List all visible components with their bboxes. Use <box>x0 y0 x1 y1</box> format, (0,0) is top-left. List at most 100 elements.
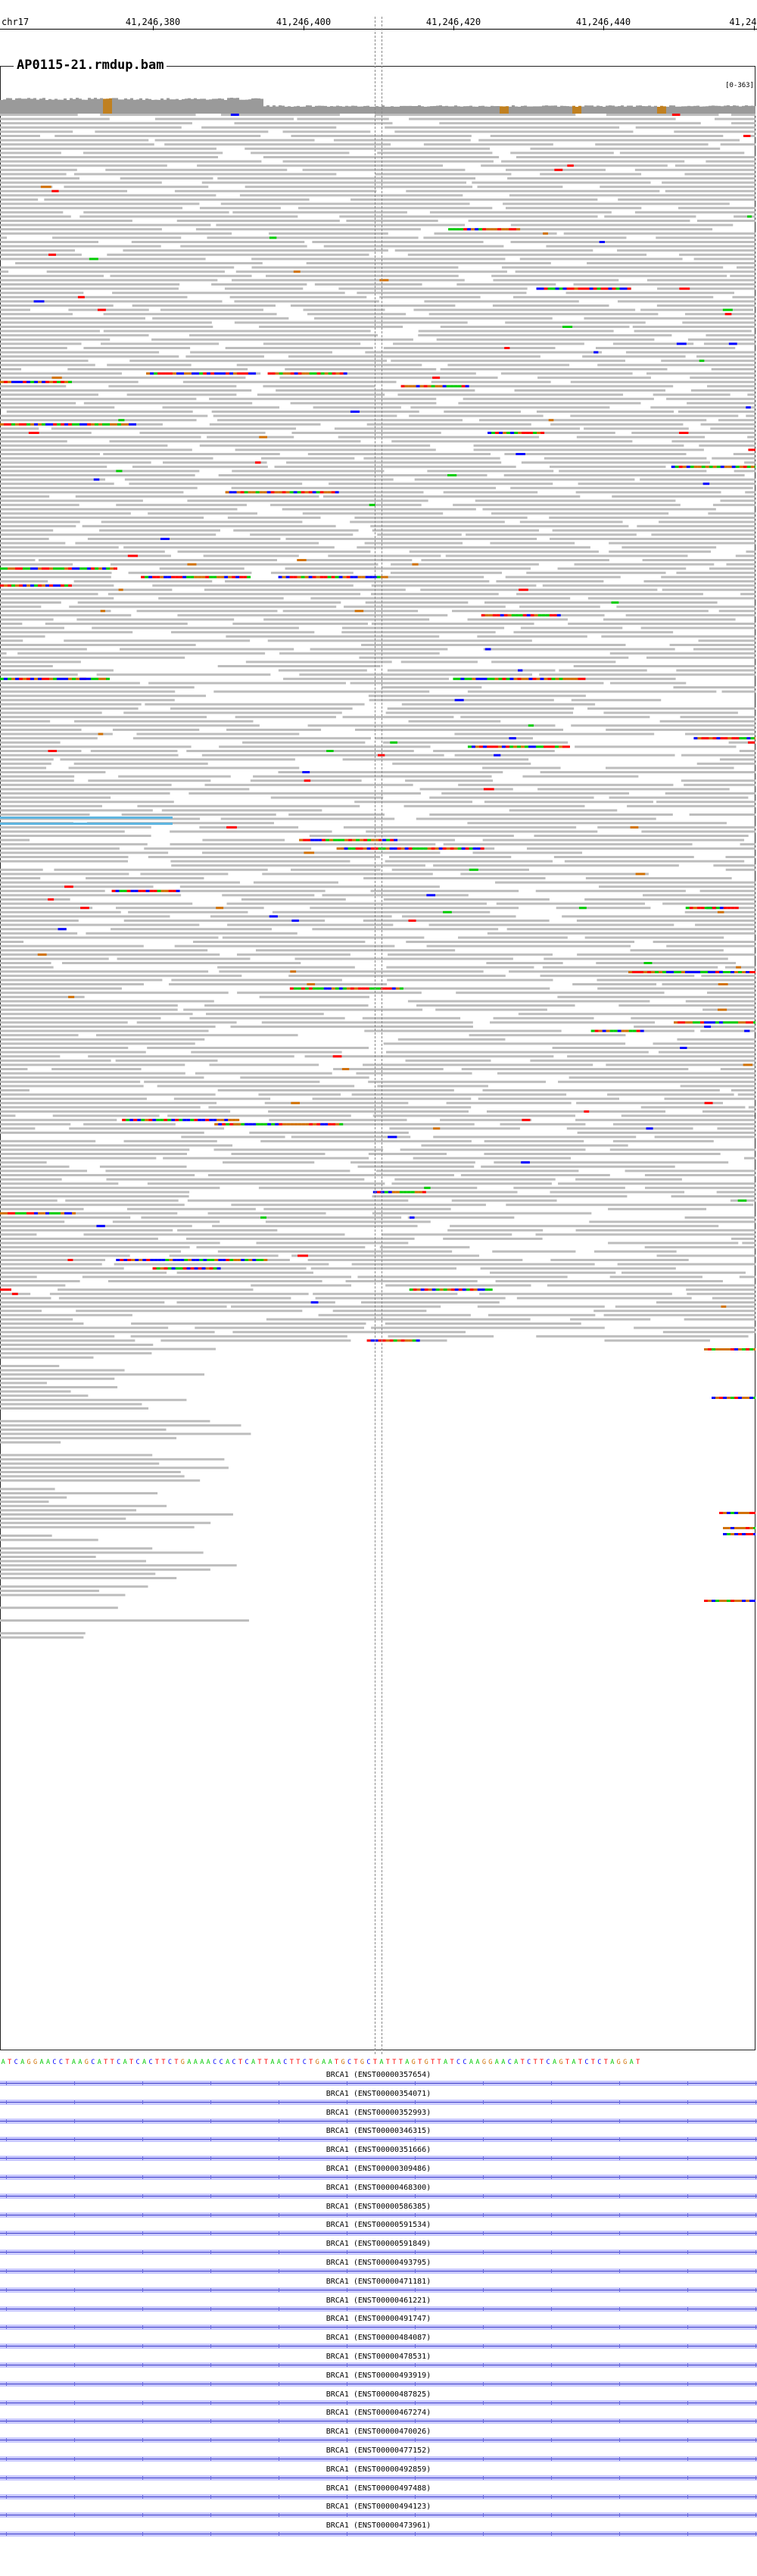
soft-clip-base[interactable] <box>741 1021 746 1024</box>
aligned-read[interactable] <box>0 652 7 655</box>
soft-clip-base[interactable] <box>245 372 249 375</box>
aligned-read[interactable] <box>0 1594 126 1597</box>
aligned-read[interactable] <box>229 295 367 298</box>
soft-clip-base[interactable] <box>49 423 53 426</box>
aligned-read[interactable] <box>225 347 373 349</box>
aligned-read[interactable] <box>678 207 755 210</box>
aligned-read[interactable] <box>490 135 724 137</box>
soft-clip-base[interactable] <box>746 971 749 973</box>
aligned-read[interactable] <box>307 724 556 727</box>
soft-clip-base[interactable] <box>551 677 556 680</box>
soft-clip-base[interactable] <box>173 372 177 375</box>
soft-clip-base[interactable] <box>244 491 248 494</box>
soft-clip-base[interactable] <box>331 576 335 579</box>
aligned-read[interactable] <box>158 597 284 600</box>
soft-clip-base[interactable] <box>490 745 494 748</box>
soft-clip-base[interactable] <box>318 838 322 841</box>
soft-clip-base[interactable] <box>271 372 276 375</box>
aligned-read[interactable] <box>584 317 755 320</box>
aligned-read[interactable] <box>463 398 654 401</box>
soft-clip-base[interactable] <box>360 838 364 841</box>
mismatch-base[interactable] <box>736 966 741 969</box>
soft-clip-base[interactable] <box>139 1259 143 1261</box>
aligned-read[interactable] <box>267 639 532 642</box>
soft-clip-base[interactable] <box>327 491 332 494</box>
soft-clip-base[interactable] <box>224 576 229 579</box>
aligned-read[interactable] <box>75 495 319 498</box>
aligned-read[interactable] <box>0 419 197 422</box>
aligned-read[interactable] <box>423 236 627 239</box>
soft-clip-base[interactable] <box>617 1029 621 1032</box>
aligned-read[interactable] <box>687 1292 755 1295</box>
mismatch-base[interactable] <box>717 910 724 913</box>
mismatch-base[interactable] <box>593 351 599 354</box>
soft-clip-base[interactable] <box>45 584 49 587</box>
aligned-read[interactable] <box>710 427 755 430</box>
soft-clip-base[interactable] <box>152 576 157 579</box>
soft-clip-base[interactable] <box>214 1123 219 1126</box>
aligned-read[interactable] <box>170 631 315 634</box>
soft-clip-base[interactable] <box>34 567 38 570</box>
aligned-read[interactable] <box>260 457 355 460</box>
aligned-read[interactable] <box>83 401 253 404</box>
soft-clip-base[interactable] <box>116 1259 120 1261</box>
soft-clip-base[interactable] <box>502 677 506 680</box>
aligned-read[interactable] <box>618 1004 755 1007</box>
soft-clip-base[interactable] <box>305 372 310 375</box>
aligned-read[interactable] <box>496 580 604 582</box>
aligned-read[interactable] <box>662 983 755 985</box>
aligned-read[interactable] <box>500 1123 586 1126</box>
aligned-read[interactable] <box>0 372 122 375</box>
soft-clip-base[interactable] <box>194 576 198 579</box>
aligned-read[interactable] <box>73 173 337 176</box>
aligned-read[interactable] <box>224 287 304 290</box>
aligned-read[interactable] <box>0 253 82 256</box>
aligned-read[interactable] <box>375 173 512 176</box>
soft-clip-base[interactable] <box>0 1212 4 1215</box>
mismatch-base[interactable] <box>516 453 525 455</box>
aligned-read[interactable] <box>279 376 498 379</box>
aligned-read[interactable] <box>207 436 294 439</box>
aligned-read[interactable] <box>0 605 42 608</box>
soft-clip-base[interactable] <box>537 614 542 617</box>
aligned-read[interactable] <box>469 1034 626 1037</box>
soft-clip-base[interactable] <box>299 838 304 841</box>
soft-clip-base[interactable] <box>547 287 552 290</box>
aligned-read[interactable] <box>253 881 338 884</box>
soft-clip-base[interactable] <box>106 677 110 680</box>
soft-clip-base[interactable] <box>122 1119 126 1122</box>
aligned-read[interactable] <box>392 762 531 765</box>
soft-clip-base[interactable] <box>293 491 298 494</box>
soft-clip-base[interactable] <box>636 971 640 973</box>
aligned-read[interactable] <box>0 1347 216 1350</box>
soft-clip-base[interactable] <box>157 889 161 892</box>
soft-clip-base[interactable] <box>38 567 42 570</box>
soft-clip-base[interactable] <box>160 576 164 579</box>
soft-clip-base[interactable] <box>643 971 647 973</box>
transcript-row[interactable]: BRCA1 (ENST00000586385) <box>0 2203 757 2222</box>
aligned-read[interactable] <box>0 1016 161 1019</box>
aligned-read[interactable] <box>631 432 755 434</box>
aligned-read[interactable] <box>460 1174 610 1176</box>
aligned-read[interactable] <box>365 351 602 354</box>
aligned-read[interactable] <box>129 482 303 486</box>
soft-clip-base[interactable] <box>11 567 15 570</box>
soft-clip-base[interactable] <box>371 838 375 841</box>
soft-clip-base[interactable] <box>403 1191 407 1194</box>
soft-clip-base[interactable] <box>214 1259 219 1261</box>
soft-clip-base[interactable] <box>141 576 145 579</box>
aligned-read[interactable] <box>372 1114 575 1117</box>
aligned-read[interactable] <box>690 389 755 392</box>
soft-clip-base[interactable] <box>222 372 226 375</box>
aligned-read[interactable] <box>251 1284 352 1287</box>
aligned-read[interactable] <box>707 385 755 388</box>
aligned-read[interactable] <box>222 894 315 897</box>
soft-clip-base[interactable] <box>83 423 87 426</box>
soft-clip-base[interactable] <box>338 576 343 579</box>
soft-clip-base[interactable] <box>30 677 34 680</box>
mismatch-base[interactable] <box>97 308 106 311</box>
aligned-read[interactable] <box>656 236 755 239</box>
aligned-read[interactable] <box>575 1229 755 1232</box>
soft-clip-base[interactable] <box>198 1119 202 1122</box>
aligned-read[interactable] <box>0 295 188 298</box>
